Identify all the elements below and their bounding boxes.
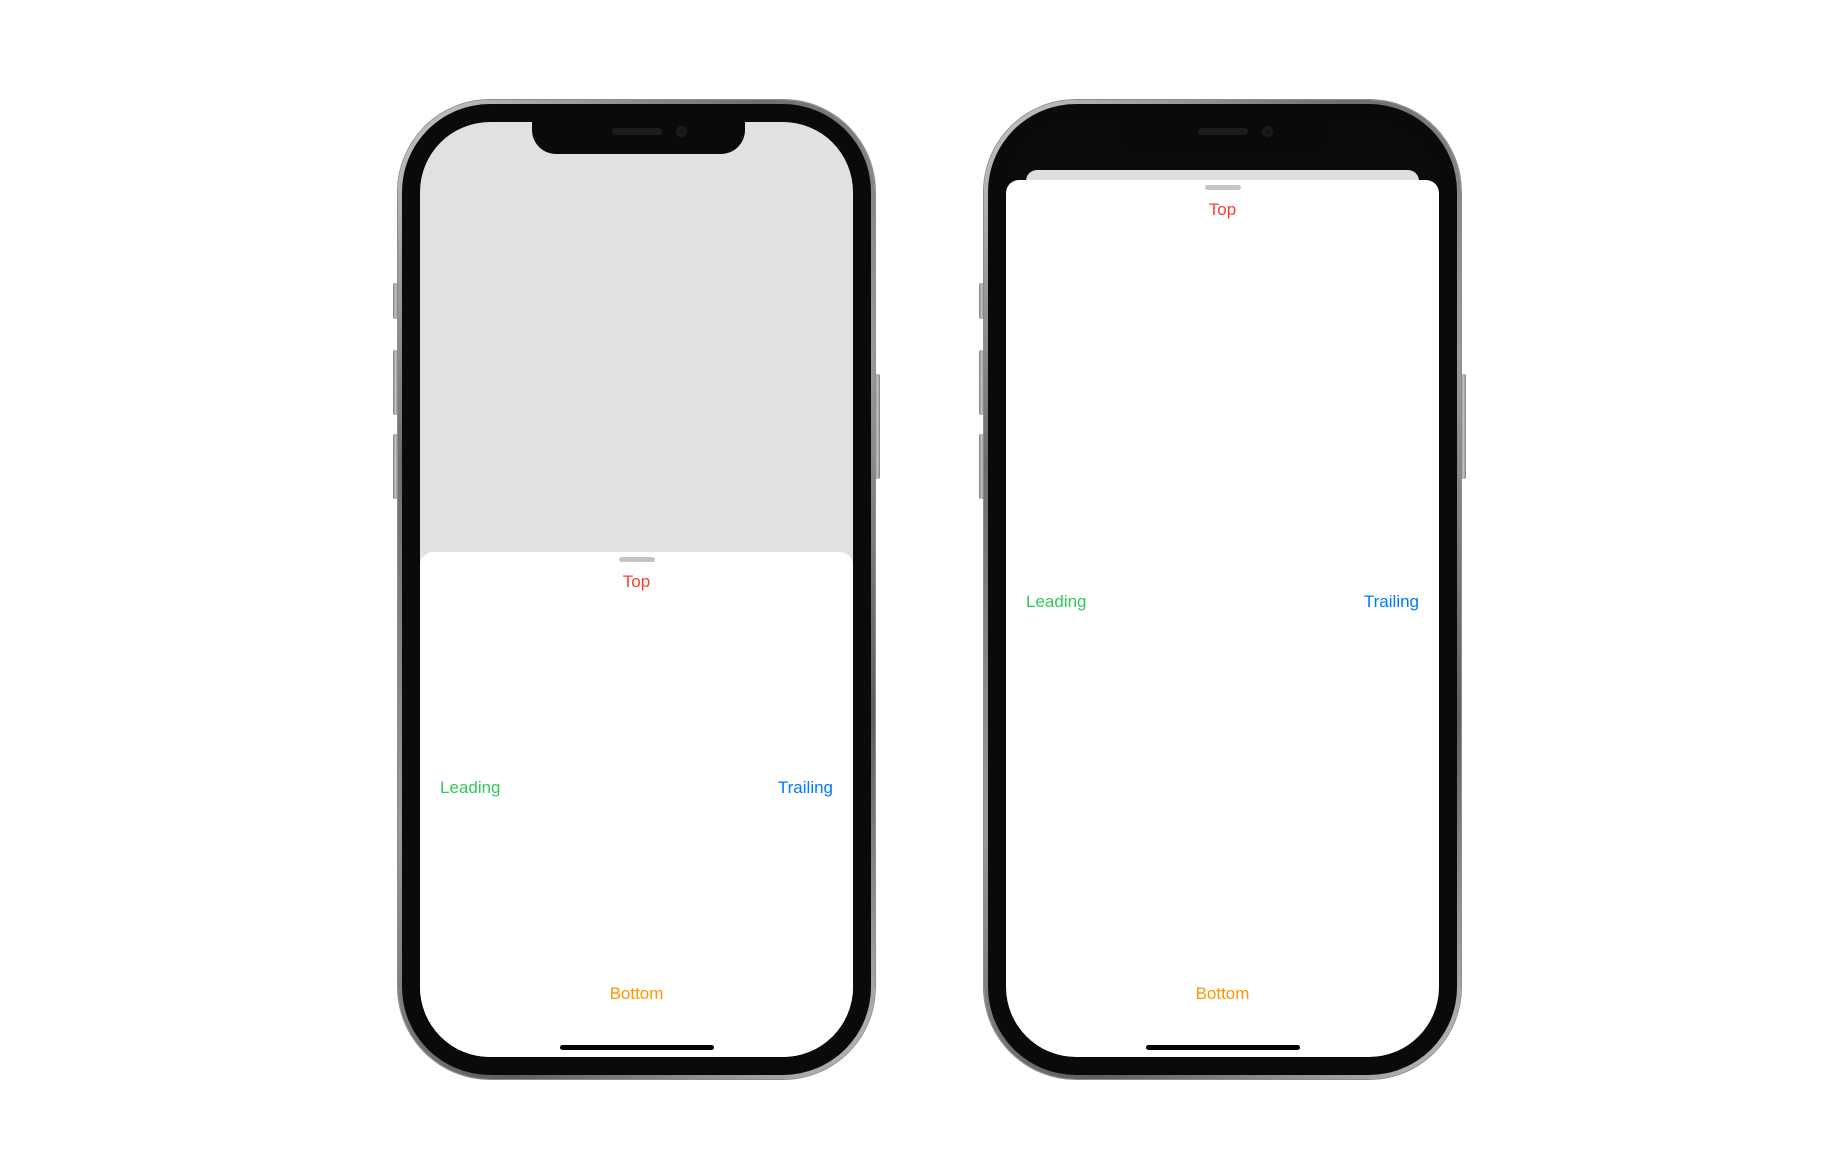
top-label: Top	[622, 572, 651, 591]
speaker-grille	[1198, 128, 1248, 135]
sheet-grabber[interactable]	[1204, 185, 1241, 190]
notch	[1118, 122, 1331, 154]
iphone-left: Top Leading Trailing Bottom	[393, 100, 880, 1079]
leading-label: Leading	[1026, 592, 1087, 611]
side-button	[1461, 374, 1466, 479]
bottom-label: Bottom	[1195, 984, 1250, 1003]
front-camera-icon	[1262, 126, 1273, 137]
top-label: Top	[1208, 200, 1237, 219]
sheet-grabber[interactable]	[618, 557, 655, 562]
bottom-label: Bottom	[609, 984, 664, 1003]
notch	[532, 122, 745, 154]
home-indicator[interactable]	[1145, 1045, 1300, 1050]
front-camera-icon	[676, 126, 687, 137]
home-indicator[interactable]	[559, 1045, 714, 1050]
phone-screen: Top Leading Trailing Bottom	[1006, 122, 1439, 1057]
phone-screen: Top Leading Trailing Bottom	[420, 122, 853, 1057]
trailing-label: Trailing	[1363, 592, 1419, 611]
trailing-label: Trailing	[777, 778, 833, 797]
speaker-grille	[612, 128, 662, 135]
leading-label: Leading	[440, 778, 501, 797]
bottom-sheet[interactable]: Top Leading Trailing Bottom	[420, 552, 853, 1057]
side-button	[875, 374, 880, 479]
bottom-sheet[interactable]: Top Leading Trailing Bottom	[1006, 180, 1439, 1057]
iphone-right: Top Leading Trailing Bottom	[979, 100, 1466, 1079]
